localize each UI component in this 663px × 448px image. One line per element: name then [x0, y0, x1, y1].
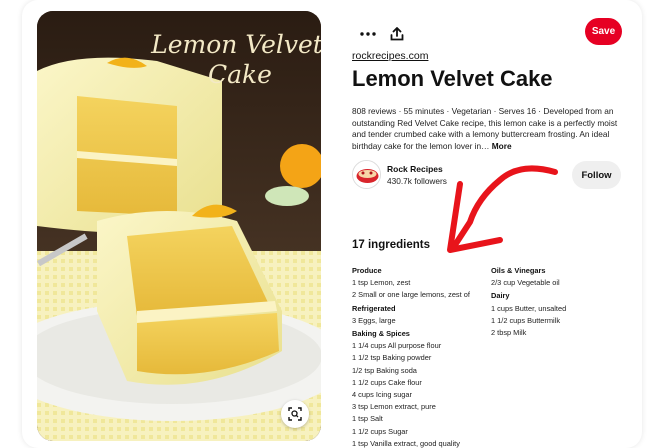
ingredient-item: 1 tsp Vanilla extract, good quality — [352, 438, 460, 448]
ingredient-item: 4 cups Icing sugar — [352, 390, 412, 400]
share-button[interactable] — [385, 22, 409, 46]
ingredients-heading: 17 ingredients — [352, 239, 430, 251]
ingredient-item: 1 1/2 tsp Baking powder — [352, 353, 432, 363]
image-overlay-title-2: Cake — [208, 60, 272, 89]
visual-search-button[interactable] — [281, 400, 309, 428]
ingredient-item: 1/2 tsp Baking soda — [352, 365, 417, 375]
pin-image[interactable]: Lemon Velvet Cake — [37, 11, 321, 441]
ingredient-group: Dairy 1 cups Butter, unsalted 1 1/2 cups… — [491, 290, 621, 339]
cake-photo: Lemon Velvet Cake — [37, 11, 321, 441]
description-more-link[interactable]: More — [492, 141, 512, 151]
creator-followers: 430.7k followers — [387, 176, 447, 186]
ingredient-group-title: Refrigerated — [352, 303, 396, 313]
creator-name[interactable]: Rock Recipes — [387, 164, 443, 174]
ingredient-group-title: Baking & Spices — [352, 329, 410, 339]
ingredient-item: 1 tsp Salt — [352, 414, 383, 424]
ingredient-item: 1 tsp Lemon, zest — [352, 278, 411, 288]
ingredient-group: Refrigerated 3 Eggs, large — [352, 303, 487, 327]
ingredient-group-title: Produce — [352, 266, 382, 275]
ingredients-column-left: Produce 1 tsp Lemon, zest 2 Small or one… — [352, 265, 487, 448]
ingredient-item: 2 tbsp Milk — [491, 328, 527, 338]
ingredient-item: 1 1/2 cups Buttermilk — [491, 315, 561, 325]
source-link[interactable]: rockrecipes.com — [352, 50, 428, 62]
ingredient-group: Baking & Spices 1 1/4 cups All purpose f… — [352, 328, 487, 448]
visual-search-icon — [288, 407, 302, 421]
ingredient-item: 3 Eggs, large — [352, 315, 396, 325]
ingredient-item: 2/3 cup Vegetable oil — [491, 278, 560, 288]
share-upload-icon — [390, 27, 404, 41]
more-horizontal-icon — [360, 32, 376, 36]
ingredients-column-right: Oils & Vinegars 2/3 cup Vegetable oil Da… — [491, 265, 621, 340]
pin-description: 808 reviews · 55 minutes · Vegetarian · … — [352, 106, 624, 152]
save-button[interactable]: Save — [585, 18, 622, 45]
description-text: 808 reviews · 55 minutes · Vegetarian · … — [352, 106, 618, 151]
more-options-button[interactable] — [356, 22, 380, 46]
ingredient-group-title: Oils & Vinegars — [491, 266, 546, 275]
ingredient-item: 1 1/2 cups Cake flour — [352, 377, 422, 387]
pin-title: Lemon Velvet Cake — [352, 66, 553, 91]
ingredient-item: 1 cups Butter, unsalted — [491, 303, 567, 313]
follow-button[interactable]: Follow — [572, 161, 621, 189]
ingredient-group: Produce 1 tsp Lemon, zest 2 Small or one… — [352, 265, 487, 302]
ingredient-item: 1 1/4 cups All purpose flour — [352, 341, 442, 351]
ingredient-group: Oils & Vinegars 2/3 cup Vegetable oil — [491, 265, 621, 289]
image-overlay-title-1: Lemon Velvet — [150, 30, 321, 59]
ingredient-group-title: Dairy — [491, 291, 510, 301]
creator-avatar[interactable] — [352, 160, 381, 189]
ingredient-item: 3 tsp Lemon extract, pure — [352, 402, 436, 412]
ingredient-item: 2 Small or one large lemons, zest of — [352, 290, 470, 300]
ingredient-item: 1 1/2 cups Sugar — [352, 426, 408, 436]
